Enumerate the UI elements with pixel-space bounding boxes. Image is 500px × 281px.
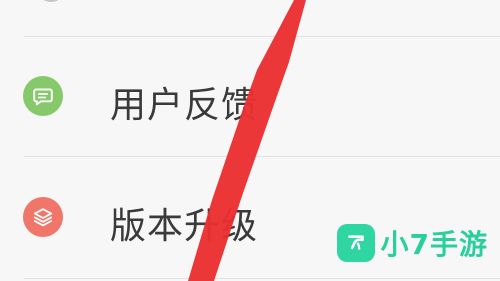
watermark-logo-icon [336, 224, 375, 262]
menu-item-label: 用户反馈 [110, 85, 259, 126]
message-icon [23, 76, 63, 116]
divider-bottom [24, 278, 500, 279]
watermark-text: 小7手游 [380, 228, 488, 261]
layers-icon [23, 197, 63, 237]
menu-item-label: 版本升级 [110, 206, 259, 247]
menu-item-user-feedback[interactable]: 用户反馈 [0, 37, 500, 155]
watermark: 小7手游 [336, 223, 488, 263]
partial-icon-above [36, 0, 66, 2]
